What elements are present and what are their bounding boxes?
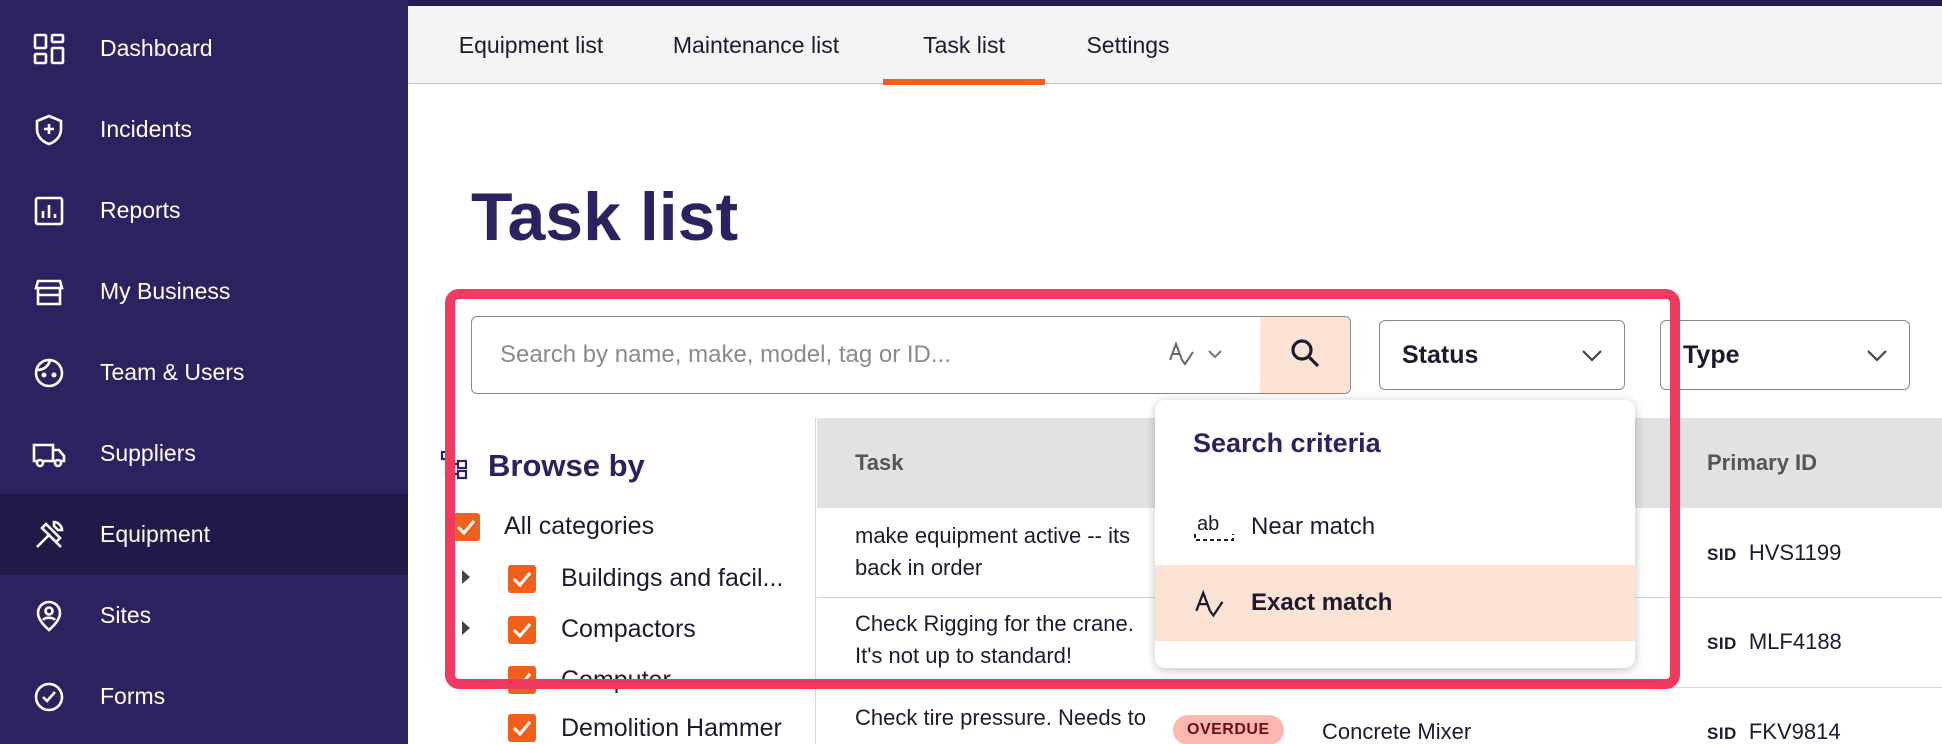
near-match-icon: ab: [1193, 510, 1235, 544]
type-filter[interactable]: Type: [1660, 320, 1910, 390]
search-icon: [1288, 336, 1322, 375]
equipment-name: Concrete Mixer: [1322, 719, 1472, 744]
category-label[interactable]: All categories: [504, 512, 654, 541]
chevron-down-icon: [1207, 346, 1223, 364]
sidebar-item-incidents[interactable]: Incidents: [0, 89, 408, 170]
search-criteria-toggle[interactable]: [1167, 335, 1237, 375]
browse-panel: Browse by All categories Buildings and f…: [440, 418, 816, 744]
column-header-task[interactable]: Task: [855, 418, 904, 508]
sidebar-item-label: Forms: [100, 683, 166, 709]
category-label[interactable]: Compactors: [561, 615, 696, 644]
tree-structure-icon: [440, 450, 470, 485]
search-input[interactable]: [500, 317, 1120, 393]
page-title: Task list: [471, 179, 739, 255]
face-icon: [32, 356, 66, 390]
status-filter[interactable]: Status: [1379, 320, 1625, 390]
expand-caret-icon[interactable]: [462, 621, 470, 635]
primary-id: SID MLF4188: [1707, 626, 1842, 660]
primary-id-value: FKV9814: [1748, 719, 1841, 744]
search-criteria-dropdown: Search criteria ab Near match Exact matc…: [1155, 400, 1635, 668]
sid-label: SID: [1707, 724, 1737, 743]
sidebar-item-label: Suppliers: [100, 440, 196, 466]
checkbox-all-categories[interactable]: [452, 513, 480, 541]
sidebar-item-forms[interactable]: Forms: [0, 656, 408, 737]
status-badge: OVERDUE: [1173, 715, 1284, 744]
sidebar: Dashboard Incidents Reports My Business …: [0, 0, 408, 744]
category-label[interactable]: Computer: [561, 666, 671, 695]
dashboard-icon: [32, 32, 66, 66]
sidebar-item-reports[interactable]: Reports: [0, 170, 408, 251]
table-row[interactable]: Check tire pressure. Needs to OVERDUE Co…: [817, 688, 1942, 744]
location-pin-icon: [32, 599, 66, 633]
tab-maintenance-list[interactable]: Maintenance list: [656, 6, 856, 84]
sidebar-item-sites[interactable]: Sites: [0, 575, 408, 656]
sidebar-item-dashboard[interactable]: Dashboard: [0, 8, 408, 89]
expand-caret-icon[interactable]: [462, 570, 470, 584]
checkbox-category[interactable]: [508, 565, 536, 593]
shield-plus-icon: [32, 113, 66, 147]
sidebar-item-label: Team & Users: [100, 359, 245, 385]
sidebar-item-label: Incidents: [100, 116, 193, 142]
primary-id-value: MLF4188: [1748, 629, 1842, 654]
task-text: Check Rigging for the crane. It's not up…: [855, 611, 1134, 668]
sidebar-item-my-business[interactable]: My Business: [0, 251, 408, 332]
svg-text:ab: ab: [1197, 513, 1219, 535]
sidebar-item-equipment[interactable]: Equipment: [0, 494, 408, 575]
exact-match-icon: [1193, 586, 1235, 620]
sidebar-item-label: Dashboard: [100, 35, 213, 61]
bar-chart-icon: [32, 194, 66, 228]
column-header-primary-id[interactable]: Primary ID: [1707, 418, 1817, 508]
tab-bar: Equipment list Maintenance list Task lis…: [408, 6, 1942, 85]
chevron-down-icon: [1580, 343, 1604, 374]
type-filter-label: Type: [1683, 340, 1740, 369]
search-button[interactable]: [1260, 317, 1350, 393]
tab-equipment-list[interactable]: Equipment list: [446, 6, 616, 84]
check-circle-icon: [32, 680, 66, 714]
tab-task-list[interactable]: Task list: [883, 6, 1045, 85]
tab-settings[interactable]: Settings: [1073, 6, 1183, 84]
checkbox-category[interactable]: [508, 616, 536, 644]
tools-icon: [32, 518, 66, 552]
exact-match-icon: [1167, 338, 1197, 373]
option-label: Near match: [1251, 513, 1376, 540]
primary-id-value: HVS1199: [1748, 540, 1842, 565]
dropdown-title: Search criteria: [1193, 428, 1381, 458]
sidebar-item-label: Reports: [100, 197, 181, 223]
sidebar-item-label: Equipment: [100, 521, 210, 547]
sidebar-item-suppliers[interactable]: Suppliers: [0, 413, 408, 494]
category-label[interactable]: Buildings and facil...: [561, 564, 783, 593]
search-bar: [471, 316, 1351, 394]
truck-icon: [32, 437, 66, 471]
sidebar-item-label: My Business: [100, 278, 231, 304]
browse-title: Browse by: [488, 448, 645, 483]
task-text: make equipment active -- its back in ord…: [855, 523, 1131, 580]
sid-label: SID: [1707, 545, 1737, 564]
sid-label: SID: [1707, 634, 1737, 653]
status-filter-label: Status: [1402, 340, 1479, 369]
sidebar-item-label: Sites: [100, 602, 152, 628]
option-near-match[interactable]: ab Near match: [1155, 489, 1635, 565]
storefront-icon: [32, 275, 66, 309]
option-exact-match[interactable]: Exact match: [1155, 565, 1635, 641]
checkbox-category[interactable]: [508, 666, 536, 694]
task-text: Check tire pressure. Needs to: [855, 705, 1147, 730]
checkbox-category[interactable]: [508, 714, 536, 742]
chevron-down-icon: [1865, 343, 1889, 374]
category-label[interactable]: Demolition Hammer: [561, 714, 782, 743]
primary-id: SID FKV9814: [1707, 716, 1841, 744]
sidebar-item-team-users[interactable]: Team & Users: [0, 332, 408, 413]
option-label: Exact match: [1251, 589, 1393, 616]
primary-id: SID HVS1199: [1707, 537, 1841, 571]
